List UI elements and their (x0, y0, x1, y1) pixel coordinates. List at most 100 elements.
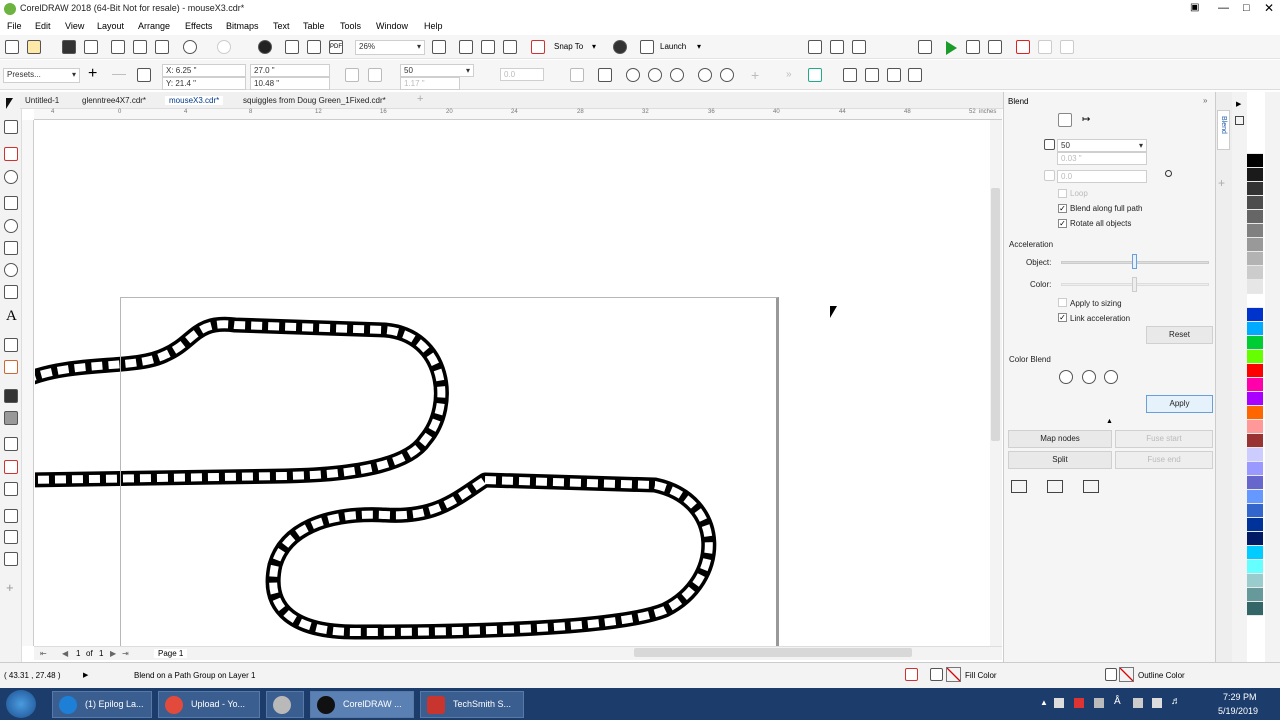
loop-checkbox[interactable] (1058, 189, 1067, 198)
end-object-icon[interactable] (1047, 480, 1063, 493)
add-preset-icon[interactable]: + (88, 65, 97, 83)
taskbar-item-coreldraw[interactable]: CorelDRAW ... (310, 691, 414, 718)
start-button-icon[interactable] (6, 690, 36, 718)
bluetooth-icon[interactable]: Å (1114, 696, 1121, 707)
palette-swatch[interactable] (1247, 434, 1263, 448)
palette-swatch[interactable] (1247, 490, 1263, 504)
menu-table[interactable]: Table (303, 21, 325, 31)
palette-swatch[interactable] (1247, 406, 1263, 420)
parallel-dimension-icon[interactable] (4, 338, 18, 352)
palette-swatch[interactable] (1247, 182, 1263, 196)
palette-swatch[interactable] (1247, 378, 1263, 392)
collapse-icon[interactable]: ▲ (1106, 418, 1113, 425)
taskbar-item-techsmith[interactable]: TechSmith S... (420, 691, 524, 718)
font-list-icon[interactable] (808, 40, 822, 54)
ellipse-tool-icon[interactable] (4, 263, 18, 277)
drop-shadow-icon[interactable] (4, 389, 18, 403)
spell-check-icon[interactable] (830, 40, 844, 54)
clock-date[interactable]: 5/19/2019 (1218, 706, 1258, 716)
rotation-dial-icon[interactable] (1165, 170, 1172, 177)
taskbar-item-ie[interactable]: (1) Epilog La... (52, 691, 152, 718)
path-properties-icon[interactable] (1083, 480, 1099, 493)
palette-swatch[interactable] (1247, 560, 1263, 574)
horizontal-ruler[interactable]: 4 0 4 8 12 16 20 24 28 32 36 40 44 48 52… (34, 109, 1002, 120)
gear-icon[interactable] (613, 40, 627, 54)
direct-blend-icon[interactable] (626, 68, 640, 82)
polygon-tool-icon[interactable] (4, 285, 18, 299)
guidelines-icon[interactable] (4, 552, 18, 566)
palette-swatch[interactable] (1247, 420, 1263, 434)
tray-app-icon[interactable] (1094, 698, 1104, 708)
menu-window[interactable]: Window (376, 21, 408, 31)
smart-fill-icon[interactable] (4, 482, 18, 496)
start-object-icon[interactable] (1011, 480, 1027, 493)
play-icon[interactable] (946, 41, 957, 55)
blend-step-icon[interactable] (368, 68, 382, 82)
add-tool-icon[interactable]: + (6, 580, 14, 595)
copy-icon[interactable] (133, 40, 147, 54)
options-icon[interactable] (1038, 40, 1052, 54)
tab-glenntree[interactable]: glenntree4X7.cdr* (82, 96, 146, 105)
menu-help[interactable]: Help (424, 21, 443, 31)
palette-swatch[interactable] (1247, 476, 1263, 490)
more-options-icon[interactable]: » (786, 69, 792, 80)
palette-swatch[interactable] (1247, 602, 1263, 616)
docker-expand-icon[interactable]: » (1203, 96, 1207, 105)
new-document-icon[interactable] (5, 40, 19, 54)
palette-swatch[interactable] (1247, 350, 1263, 364)
shape-tool-icon[interactable] (4, 120, 18, 134)
copy-properties-icon[interactable] (908, 68, 922, 82)
paste-icon[interactable] (155, 40, 169, 54)
menu-file[interactable]: File (7, 21, 22, 31)
menu-tools[interactable]: Tools (340, 21, 361, 31)
vertical-scroll-thumb[interactable] (991, 188, 1000, 441)
palette-swatch[interactable] (1247, 140, 1263, 154)
menu-arrange[interactable]: Arrange (138, 21, 170, 31)
macro-icon[interactable] (966, 40, 980, 54)
snap-chevron-down-icon[interactable]: ▾ (592, 42, 596, 51)
clockwise-color-blend-icon[interactable] (1082, 370, 1096, 384)
reset-button[interactable]: Reset (1146, 326, 1213, 344)
color-acceleration-icon[interactable] (720, 68, 734, 82)
horizontal-scroll-thumb[interactable] (634, 648, 912, 657)
transparency-icon[interactable] (4, 411, 18, 425)
object-position-icon[interactable] (137, 68, 151, 82)
show-grid-icon[interactable] (481, 40, 495, 54)
blend-docker-tab[interactable]: Blend (1217, 110, 1230, 150)
full-screen-icon[interactable] (459, 40, 473, 54)
prev-page-icon[interactable]: ◀ (62, 649, 68, 658)
status-arrow-icon[interactable]: ▶ (83, 671, 88, 679)
palette-swatch[interactable] (1247, 504, 1263, 518)
palette-scroll-up-icon[interactable]: ▶ (1236, 100, 1241, 108)
open-icon[interactable] (27, 40, 41, 54)
menu-bitmaps[interactable]: Bitmaps (226, 21, 259, 31)
docker-spacing-field[interactable]: 0.03 " (1057, 152, 1147, 165)
palette-swatch[interactable] (1247, 518, 1263, 532)
palette-swatch[interactable] (1247, 224, 1263, 238)
menu-layout[interactable]: Layout (97, 21, 124, 31)
tray-app-red-icon[interactable] (1074, 698, 1084, 708)
color-palette[interactable] (1247, 140, 1263, 630)
maximize-icon[interactable]: □ (1243, 2, 1250, 14)
redo-icon[interactable] (217, 40, 231, 54)
tab-untitled-1[interactable]: Untitled-1 (25, 96, 59, 105)
menu-effects[interactable]: Effects (185, 21, 212, 31)
launch-chevron-down-icon[interactable]: ▾ (697, 42, 701, 51)
apply-sizing-checkbox[interactable] (1058, 298, 1067, 307)
blend-full-path-checkbox[interactable]: ✓ (1058, 204, 1067, 213)
page-tab[interactable]: Page 1 (154, 649, 188, 658)
tab-mousex3[interactable]: mouseX3.cdr* (165, 96, 224, 105)
menu-edit[interactable]: Edit (35, 21, 51, 31)
split-button[interactable]: Split (1008, 451, 1112, 469)
tray-up-icon[interactable]: ▲ (1040, 698, 1048, 707)
palette-swatch[interactable] (1247, 266, 1263, 280)
taskbar-item-chrome[interactable]: Upload - Yo... (158, 691, 260, 718)
apply-button[interactable]: Apply (1146, 395, 1213, 413)
fill-bucket-icon[interactable] (930, 668, 943, 681)
palette-swatch[interactable] (1247, 196, 1263, 210)
clock-time[interactable]: 7:29 PM (1223, 692, 1257, 702)
blend-steps-field[interactable]: 50 ▾ (400, 64, 474, 77)
width-field[interactable]: 27.0 " (250, 64, 330, 77)
palette-swatch[interactable] (1247, 280, 1263, 294)
blend-path-icon[interactable] (345, 68, 359, 82)
